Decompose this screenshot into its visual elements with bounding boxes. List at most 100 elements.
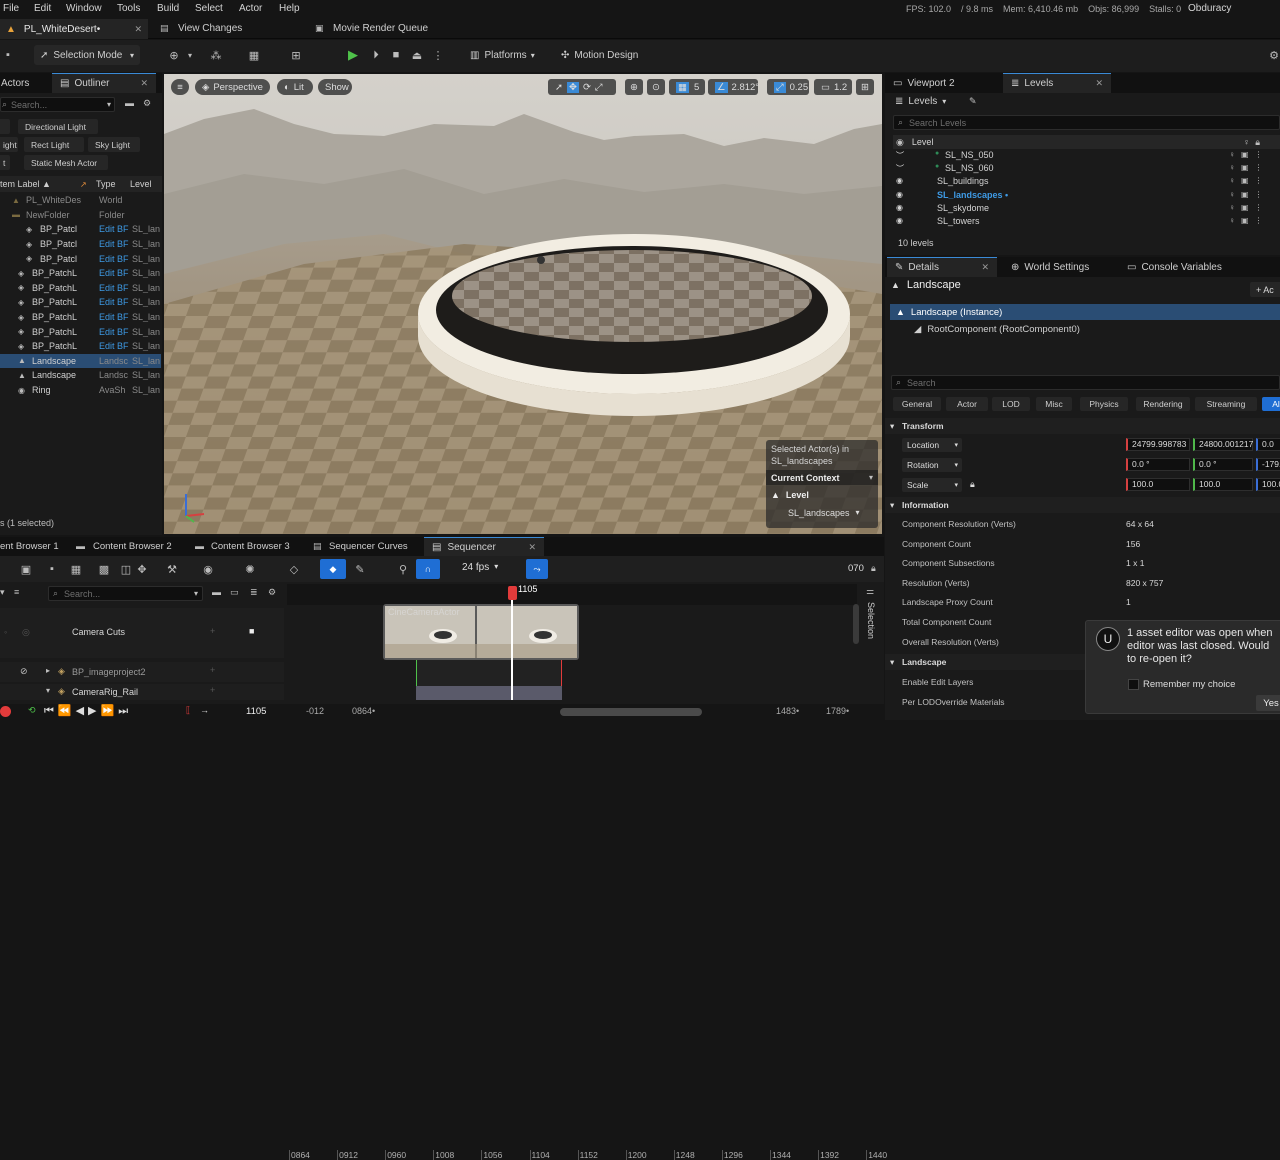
category-rendering[interactable]: Rendering	[1136, 397, 1190, 411]
add-track-icon[interactable]: ▾	[0, 587, 5, 598]
bp-image-track[interactable]: ⊘ ▸ ◈ BP_imageproject2 +	[0, 662, 284, 682]
menu-actor[interactable]: Actor	[239, 3, 262, 14]
outliner-row[interactable]: ▲ Landscape Landsc SL_lan	[0, 353, 161, 369]
wrench-icon[interactable]: ⚒	[164, 561, 180, 577]
tab-sequencer[interactable]: ▤ Sequencer ✕	[424, 537, 544, 557]
step-icon[interactable]: ⏵	[368, 47, 384, 63]
outliner-row[interactable]: ◈ BP_PatchL Edit BF SL_lan	[0, 295, 161, 310]
settings-icon[interactable]: ⚙	[268, 587, 276, 598]
close-icon[interactable]: ✕	[1095, 78, 1103, 89]
outliner-row-type[interactable]: Edit BF	[99, 283, 129, 293]
more-options-icon[interactable]: ⋮	[430, 47, 446, 63]
filter-partial[interactable]: t	[0, 155, 10, 170]
outliner-row[interactable]: ◈ BP_Patcl Edit BF SL_lan	[0, 251, 161, 266]
location-field-x[interactable]: 24799.998783	[1126, 438, 1190, 451]
tab-outliner[interactable]: ▤ Outliner ✕	[52, 73, 156, 93]
col-type[interactable]: Type	[96, 179, 116, 189]
scale-field-z[interactable]: 100.0	[1256, 478, 1280, 491]
eject-icon[interactable]: ⏏	[409, 47, 425, 63]
current-context-header[interactable]: Current Context ▾	[766, 470, 878, 485]
rotation-field-x[interactable]: 0.0 °	[1126, 458, 1190, 471]
record-icon[interactable]	[0, 706, 11, 717]
filter-static-mesh-actor[interactable]: Static Mesh Actor	[24, 155, 108, 170]
level-actions-icons[interactable]: ♀▣⋮	[1229, 190, 1269, 199]
time-ruler[interactable]	[287, 584, 857, 605]
eye-icon[interactable]: ◉	[896, 203, 903, 212]
filter-chip-partial[interactable]	[0, 119, 10, 134]
outliner-row-type[interactable]: Edit BF	[99, 224, 129, 234]
menu-select[interactable]: Select	[195, 3, 223, 14]
menu-window[interactable]: Window	[66, 3, 102, 14]
menu-file[interactable]: File	[3, 3, 19, 14]
lit-button[interactable]: ◐ Lit	[277, 79, 313, 95]
tab-content-browser-3[interactable]: Content Browser 3	[211, 541, 290, 552]
play-icon[interactable]: ▶	[345, 47, 361, 63]
category-streaming[interactable]: Streaming	[1195, 397, 1257, 411]
menu-help[interactable]: Help	[279, 3, 300, 14]
tab-world-settings[interactable]: ⊕ World Settings	[1003, 257, 1113, 277]
outliner-row[interactable]: ◈ BP_PatchL Edit BF SL_lan	[0, 339, 161, 354]
camera-speed-button[interactable]: ▭ 1.2	[814, 79, 852, 95]
filter-icon[interactable]: ≡	[14, 587, 19, 597]
snapshot-icon[interactable]: ▦	[68, 561, 84, 577]
viewport-menu-button[interactable]: ≡	[171, 79, 189, 95]
lock-icon[interactable]: 🔒︎	[871, 563, 876, 574]
auto-key-icon[interactable]: ✺	[242, 561, 258, 577]
lock-icon[interactable]: 🔒︎	[970, 479, 975, 490]
scale-field-y[interactable]: 100.0	[1193, 478, 1253, 491]
yes-button[interactable]: Yes	[1256, 695, 1280, 711]
eye-icon[interactable]: ◉	[896, 176, 903, 185]
world-local-button[interactable]: ⊕	[625, 79, 643, 95]
chevron-down-icon[interactable]: ▾	[46, 686, 50, 695]
level-row[interactable]: ︶ ● SL_NS_050 ♀▣⋮	[893, 150, 1280, 163]
close-icon[interactable]: ✕	[981, 262, 989, 273]
col-level[interactable]: Level	[130, 179, 152, 189]
key-icon[interactable]: ◇	[286, 561, 302, 577]
menu-edit[interactable]: Edit	[34, 3, 51, 14]
outliner-row[interactable]: ◈ BP_PatchL Edit BF SL_lan	[0, 266, 161, 281]
add-icon[interactable]: +	[210, 665, 215, 675]
rotation-field-y[interactable]: 0.0 °	[1193, 458, 1253, 471]
view-changes-button[interactable]: View Changes	[178, 23, 242, 34]
brush-icon[interactable]: ✎	[969, 96, 977, 107]
save-icon[interactable]: ▪	[0, 47, 16, 63]
information-section[interactable]: ▾ Information	[885, 497, 1280, 513]
sliders-icon[interactable]: ⚌	[866, 586, 874, 597]
scale-dropdown[interactable]: Scale ▾	[902, 478, 962, 492]
camera-cut-section[interactable]: CineCameraActor	[383, 604, 579, 660]
level-viewport[interactable]: ≡ ◈ Perspective ◐ Lit Show ➚ ✥ ⟳ ⤢ ⊕ ⊙ ▦…	[164, 74, 882, 534]
end-marker-icon[interactable]: ⟦	[186, 705, 190, 716]
save-icon[interactable]: ▪	[44, 561, 60, 577]
transform-icon[interactable]: ✥	[134, 561, 150, 577]
filter-rect-light[interactable]: Rect Light	[24, 137, 84, 152]
expand-icon[interactable]: ▭	[230, 587, 239, 598]
chevron-right-icon[interactable]: ▸	[46, 666, 50, 675]
outliner-row[interactable]: ◈ BP_Patcl Edit BF SL_lan	[0, 237, 161, 252]
level-row[interactable]: ◉ SL_landscapes • ♀▣⋮	[893, 190, 1280, 203]
platforms-dropdown[interactable]: ▥ Platforms ▾	[464, 45, 544, 65]
filter-light-partial[interactable]: ight	[0, 137, 18, 152]
outliner-row-type[interactable]: Edit BF	[99, 268, 129, 278]
add-icon[interactable]: +	[210, 626, 215, 636]
disabled-icon[interactable]: ⊘	[20, 666, 28, 677]
tab-viewport2[interactable]: ▭ Viewport 2	[885, 73, 995, 93]
level-row[interactable]: ◉ SL_towers ♀▣⋮	[893, 216, 1280, 229]
levels-dropdown[interactable]: ≣ Levels ▾	[895, 96, 946, 107]
tab-content-browser-1[interactable]: ent Browser 1	[0, 541, 59, 552]
outliner-row[interactable]: ◈ BP_Patcl Edit BF SL_lan	[0, 222, 161, 237]
platforms-settings-icon[interactable]: ⊞	[288, 47, 304, 63]
location-field-y[interactable]: 24800.001217	[1193, 438, 1253, 451]
maximize-button[interactable]: ⊞	[856, 79, 874, 95]
outliner-row-type[interactable]: Edit BF	[99, 312, 129, 322]
outliner-row[interactable]: ▲ PL_WhiteDes World	[0, 193, 161, 208]
outliner-row-type[interactable]: Edit BF	[99, 254, 129, 264]
scale-tool-icon[interactable]: ⤢	[595, 82, 603, 93]
movie-render-queue-button[interactable]: Movie Render Queue	[333, 23, 428, 34]
horizontal-scrollbar[interactable]	[560, 708, 702, 716]
level-row[interactable]: ◉ SL_skydome ♀▣⋮	[893, 203, 1280, 216]
context-level-dropdown[interactable]: SL_landscapes ▾	[788, 508, 860, 518]
move-tool-icon[interactable]: ✥	[566, 81, 579, 93]
level-actions-icons[interactable]: ♀▣⋮	[1229, 203, 1269, 212]
category-misc[interactable]: Misc	[1036, 397, 1072, 411]
remember-choice-checkbox[interactable]: Remember my choice	[1128, 679, 1235, 690]
